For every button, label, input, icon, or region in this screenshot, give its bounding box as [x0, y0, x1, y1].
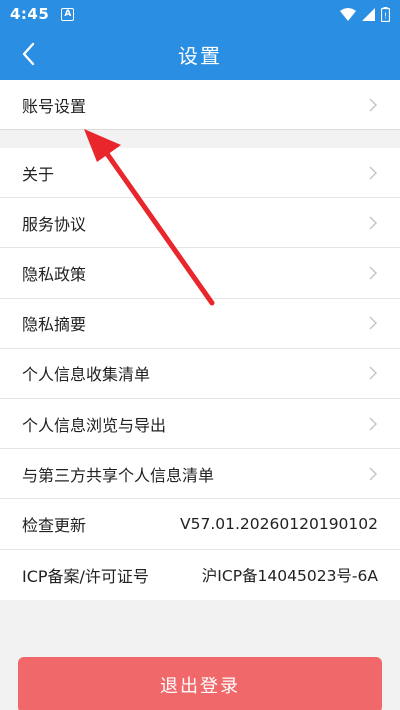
version-value: V57.01.20260120190102 [180, 514, 378, 533]
wifi-icon [340, 7, 356, 21]
info-group: 关于 服务协议 隐私政策 隐私摘要 个人信息收集清单 个人信息浏览与导出 与第三… [0, 148, 400, 600]
signal-icon [362, 7, 375, 21]
title-bar: 设置 [0, 28, 400, 80]
account-group: 账号设置 [0, 80, 400, 130]
row-label: 服务协议 [22, 214, 87, 234]
chevron-right-icon [369, 316, 377, 330]
row-label: 账号设置 [22, 96, 87, 116]
settings-row-account[interactable]: 账号设置 [0, 80, 400, 130]
row-label: 个人信息收集清单 [22, 365, 151, 385]
chevron-right-icon [369, 417, 377, 431]
chevron-right-icon [369, 366, 377, 380]
status-bar: 4:45 A ! [0, 0, 400, 28]
row-label: 关于 [22, 164, 55, 184]
settings-row-check-update[interactable]: 检查更新 V57.01.20260120190102 [0, 499, 400, 550]
notification-icon: A [61, 7, 75, 21]
row-label: 隐私摘要 [22, 315, 87, 335]
back-button[interactable] [8, 34, 48, 74]
chevron-right-icon [369, 467, 377, 481]
icp-value: 沪ICP备14045023号-6A [201, 566, 378, 585]
page-title: 设置 [178, 43, 222, 68]
status-icons: ! [340, 6, 390, 22]
chevron-right-icon [369, 216, 377, 230]
row-label: ICP备案/许可证号 [22, 566, 149, 586]
logout-button[interactable]: 退出登录 [18, 657, 382, 710]
settings-row-privacy-summary[interactable]: 隐私摘要 [0, 299, 400, 349]
row-label: 隐私政策 [22, 264, 87, 284]
battery-icon: ! [381, 6, 390, 22]
row-label: 与第三方共享个人信息清单 [22, 465, 215, 485]
chevron-right-icon [369, 98, 377, 111]
svg-text:!: ! [384, 11, 387, 20]
settings-row-info-export[interactable]: 个人信息浏览与导出 [0, 399, 400, 450]
settings-row-third-party-sharing[interactable]: 与第三方共享个人信息清单 [0, 449, 400, 500]
chevron-right-icon [369, 166, 377, 180]
settings-row-service-agreement[interactable]: 服务协议 [0, 198, 400, 249]
settings-row-icp: ICP备案/许可证号 沪ICP备14045023号-6A [0, 550, 400, 600]
settings-row-about[interactable]: 关于 [0, 148, 400, 199]
chevron-right-icon [369, 266, 377, 280]
chevron-left-icon [22, 42, 35, 66]
row-label: 个人信息浏览与导出 [22, 415, 167, 435]
row-label: 检查更新 [22, 515, 87, 535]
settings-row-info-collection[interactable]: 个人信息收集清单 [0, 349, 400, 399]
settings-row-privacy-policy[interactable]: 隐私政策 [0, 248, 400, 299]
status-time: 4:45 [10, 5, 50, 23]
